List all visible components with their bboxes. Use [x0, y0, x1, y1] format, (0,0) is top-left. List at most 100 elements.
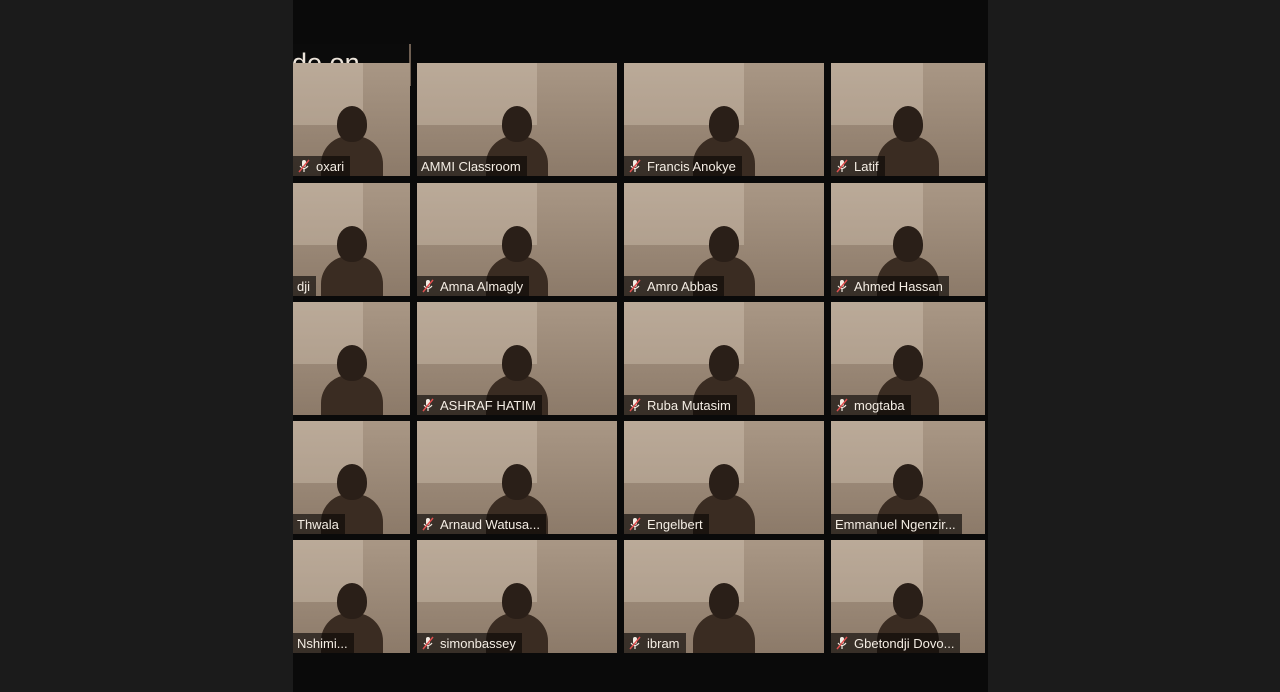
- name-label: ibram: [624, 633, 686, 653]
- mic-muted-icon: [836, 636, 848, 650]
- participant-tile[interactable]: dji: [293, 183, 410, 296]
- participant-head: [709, 464, 739, 500]
- mic-muted-icon: [836, 279, 848, 293]
- participant-name: Ruba Mutasim: [647, 397, 731, 413]
- participant-name: Emmanuel Ngenzir...: [835, 516, 956, 532]
- participant-head: [336, 106, 367, 142]
- participant-head: [502, 226, 532, 262]
- mic-muted-icon: [629, 279, 641, 293]
- participant-tile[interactable]: Gbetondji Dovo...: [831, 540, 985, 653]
- participant-head: [336, 226, 367, 262]
- participant-name: ASHRAF HATIM: [440, 397, 536, 413]
- participant-tile[interactable]: Latif: [831, 63, 985, 176]
- participant-head: [502, 106, 532, 142]
- gallery-view: ode on oxariAMMI ClassroomFrancis Anokye…: [293, 0, 988, 692]
- participant-name: ibram: [647, 635, 680, 651]
- participant-name: Thwala: [297, 516, 339, 532]
- participant-tile[interactable]: Francis Anokye: [624, 63, 824, 176]
- participant-tile[interactable]: Thwala: [293, 421, 410, 534]
- participant-name: mogtaba: [854, 397, 905, 413]
- participant-tile[interactable]: Amro Abbas: [624, 183, 824, 296]
- name-label: simonbassey: [417, 633, 522, 653]
- participant-body: [320, 256, 383, 296]
- participant-head: [502, 583, 532, 619]
- participant-tile[interactable]: Ruba Mutasim: [624, 302, 824, 415]
- name-label: Francis Anokye: [624, 156, 742, 176]
- participant-video: [877, 106, 939, 176]
- mic-muted-icon: [422, 636, 434, 650]
- mic-muted-icon: [629, 517, 641, 531]
- participant-tile[interactable]: oxari: [293, 63, 410, 176]
- participant-body: [693, 613, 755, 653]
- participant-head: [893, 226, 923, 262]
- participant-name: AMMI Classroom: [421, 158, 521, 174]
- name-label: Ruba Mutasim: [624, 395, 737, 415]
- participant-head: [502, 464, 532, 500]
- mic-muted-icon: [629, 636, 641, 650]
- left-letterbox: [0, 0, 293, 692]
- name-label: Latif: [831, 156, 885, 176]
- participant-head: [336, 345, 367, 381]
- mic-muted-icon: [629, 159, 641, 173]
- name-label: oxari: [293, 156, 351, 176]
- participant-head: [502, 345, 532, 381]
- mic-muted-icon: [422, 398, 434, 412]
- participant-video: [320, 226, 383, 296]
- name-label: dji: [293, 276, 317, 296]
- participant-tile[interactable]: ASHRAF HATIM: [417, 302, 617, 415]
- name-label: Amna Almagly: [417, 276, 530, 296]
- participant-head: [709, 345, 739, 381]
- name-label: Emmanuel Ngenzir...: [831, 514, 962, 534]
- participant-name: Amna Almagly: [440, 278, 524, 294]
- participant-video: [693, 583, 755, 653]
- participant-head: [336, 464, 367, 500]
- participant-head: [709, 583, 739, 619]
- mic-muted-icon: [298, 159, 310, 173]
- participant-tile[interactable]: Amna Almagly: [417, 183, 617, 296]
- mic-muted-icon: [836, 159, 848, 173]
- participant-name: Nshimi...: [297, 635, 348, 651]
- name-label: Thwala: [293, 514, 345, 534]
- participant-head: [893, 583, 923, 619]
- participant-name: Latif: [854, 158, 879, 174]
- participant-tile[interactable]: Arnaud Watusa...: [417, 421, 617, 534]
- participant-tile[interactable]: Ahmed Hassan: [831, 183, 985, 296]
- name-label: Gbetondji Dovo...: [831, 633, 961, 653]
- participant-head: [893, 106, 923, 142]
- participant-head: [709, 106, 739, 142]
- mic-muted-icon: [836, 398, 848, 412]
- name-label: Amro Abbas: [624, 276, 724, 296]
- name-label: Ahmed Hassan: [831, 276, 949, 296]
- participant-name: Ahmed Hassan: [854, 278, 943, 294]
- name-label: Arnaud Watusa...: [417, 514, 546, 534]
- participant-body: [320, 375, 383, 415]
- participant-name: Engelbert: [647, 516, 703, 532]
- participant-head: [336, 583, 367, 619]
- participant-tile[interactable]: Nshimi...: [293, 540, 410, 653]
- name-label: mogtaba: [831, 395, 911, 415]
- participant-video: [320, 345, 383, 415]
- name-label: AMMI Classroom: [417, 156, 527, 176]
- participant-tile[interactable]: AMMI Classroom: [417, 63, 617, 176]
- participant-head: [893, 345, 923, 381]
- name-label: Engelbert: [624, 514, 709, 534]
- participant-tile[interactable]: Engelbert: [624, 421, 824, 534]
- participant-name: Francis Anokye: [647, 158, 736, 174]
- mic-muted-icon: [422, 517, 434, 531]
- mic-muted-icon: [629, 398, 641, 412]
- participant-name: simonbassey: [440, 635, 516, 651]
- participant-tile[interactable]: mogtaba: [831, 302, 985, 415]
- participant-tile[interactable]: Emmanuel Ngenzir...: [831, 421, 985, 534]
- participant-name: dji: [297, 278, 311, 294]
- participant-name: oxari: [316, 158, 345, 174]
- mic-muted-icon: [422, 279, 434, 293]
- right-letterbox: [988, 0, 1280, 692]
- participant-name: Amro Abbas: [647, 278, 718, 294]
- name-label: Nshimi...: [293, 633, 354, 653]
- name-label: ASHRAF HATIM: [417, 395, 542, 415]
- participant-head: [709, 226, 739, 262]
- participant-tile[interactable]: ibram: [624, 540, 824, 653]
- participant-tile[interactable]: simonbassey: [417, 540, 617, 653]
- participant-tile[interactable]: [293, 302, 410, 415]
- participant-name: Gbetondji Dovo...: [854, 635, 955, 651]
